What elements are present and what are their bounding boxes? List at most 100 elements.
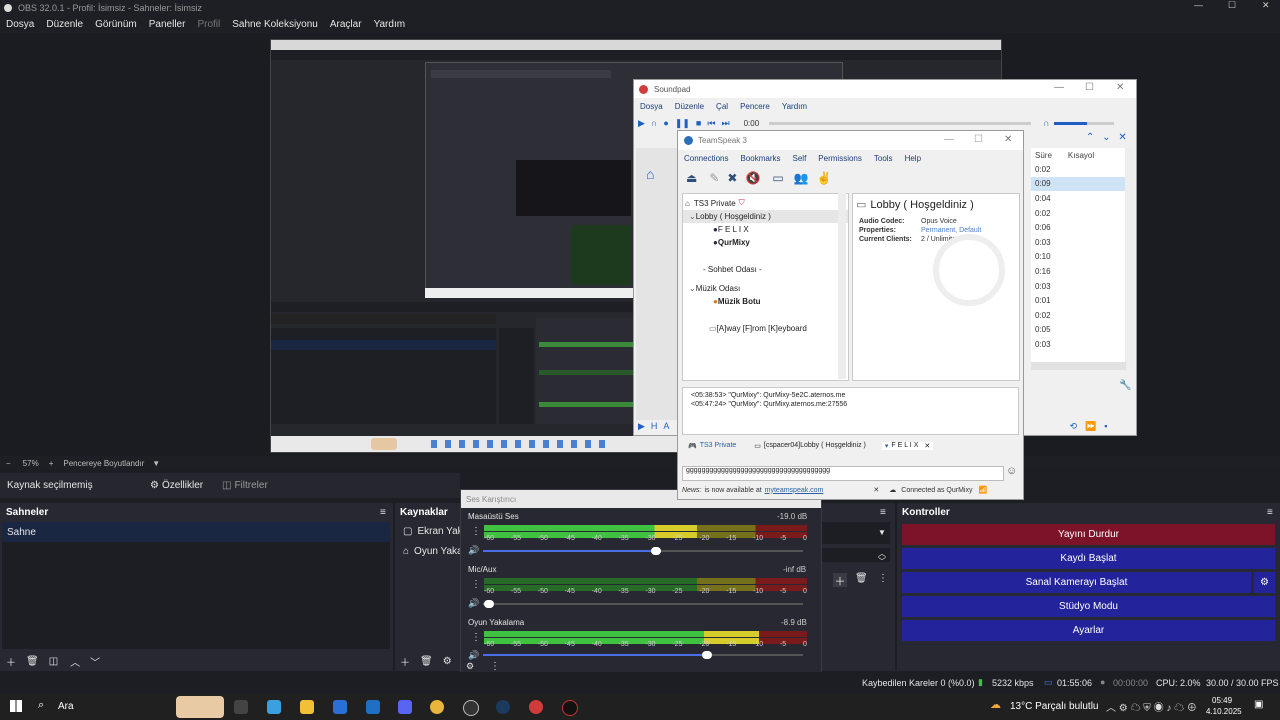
tab-felix[interactable]: ▾ F E L I X ✕ — [881, 441, 934, 450]
speaker-icon[interactable]: 🔊 — [468, 545, 479, 556]
menu-sahne-koleksiyonu[interactable]: Sahne Koleksiyonu — [232, 19, 318, 30]
down-icon[interactable]: ⌄ — [1102, 132, 1110, 143]
pause-icon[interactable]: ❚❚ — [675, 118, 690, 129]
source-item[interactable]: ▢ Ekran Yaka — [403, 526, 468, 537]
windows-start-icon[interactable] — [10, 700, 22, 712]
sound-row[interactable]: 0:03 — [1031, 279, 1126, 294]
move-down-icon[interactable]: ﹀ — [90, 654, 100, 669]
dock-menu-icon[interactable]: ≡ — [1267, 507, 1273, 518]
maximize-button[interactable]: ☐ — [1228, 0, 1236, 11]
sp-menu-duzenle[interactable]: Düzenle — [675, 102, 704, 111]
tree-item-user[interactable]: ● Müzik Botu — [683, 295, 848, 308]
home-icon[interactable]: ⌂ — [646, 166, 654, 182]
file-explorer-icon[interactable] — [300, 700, 314, 714]
filters-button[interactable]: ◫ Filtreler — [222, 480, 268, 491]
sp-menu-dosya[interactable]: Dosya — [640, 102, 663, 111]
speaker-icon[interactable]: 🔊 — [468, 598, 479, 609]
more-options-icon[interactable]: ⋮ — [878, 573, 888, 584]
volume-slider[interactable] — [1053, 121, 1114, 125]
notification-icon[interactable]: ▣ — [1254, 699, 1263, 710]
clock-date[interactable]: 4.10.2025 — [1206, 707, 1242, 716]
add-source-button[interactable]: ＋ — [400, 654, 410, 669]
zoom-in-button[interactable]: + — [49, 459, 54, 468]
col-duration[interactable]: Süre — [1035, 151, 1052, 160]
channel-menu-icon[interactable]: ⋮ — [471, 526, 481, 537]
tree-item-user[interactable]: ● F E L I X — [683, 223, 848, 236]
previous-icon[interactable]: ⏮ — [707, 118, 715, 129]
minimize-button[interactable]: — — [1194, 0, 1203, 10]
chevron-down-icon[interactable]: ▼ — [878, 528, 886, 537]
emoji-icon[interactable]: ☺ — [1006, 465, 1017, 477]
ts-close-button[interactable]: ✕ — [1004, 134, 1012, 145]
add-scene-button[interactable]: ＋ — [6, 654, 16, 669]
clock-time[interactable]: 05:49 — [1212, 696, 1232, 705]
ts-minimize-button[interactable]: — — [944, 134, 954, 145]
col-shortcut[interactable]: Kısayol — [1068, 151, 1094, 160]
next-icon[interactable]: ⏭ — [721, 118, 729, 129]
sound-row[interactable]: 0:04 — [1031, 191, 1126, 206]
menu-paneller[interactable]: Paneller — [149, 19, 186, 30]
fit-window-label[interactable]: Pencereye Boyutlandır — [63, 459, 144, 468]
volume-handle[interactable] — [702, 651, 712, 659]
start-record-button[interactable]: Kaydı Başlat — [902, 548, 1275, 569]
ts-menu-permissions[interactable]: Permissions — [818, 154, 862, 163]
scroll-down-icon[interactable]: ﹀ — [878, 556, 886, 567]
move-up-icon[interactable]: ︿ — [70, 654, 80, 669]
dock-menu-icon[interactable]: ≡ — [380, 507, 386, 518]
ts-menu-help[interactable]: Help — [905, 154, 921, 163]
stop-icon[interactable]: ■ — [696, 118, 701, 128]
scene-item-sahne[interactable]: Sahne — [2, 522, 390, 542]
sp-menu-yardim[interactable]: Yardım — [782, 102, 807, 111]
play-icon[interactable]: ▶ — [638, 421, 645, 432]
properties-button[interactable]: ⚙ Özellikler — [150, 480, 203, 491]
connect-icon[interactable]: ⏏ — [686, 171, 697, 185]
news-link[interactable]: myteamspeak.com — [765, 487, 824, 494]
sound-row[interactable]: 0:06 — [1031, 220, 1126, 235]
speaker-icon[interactable]: 🔊 — [468, 650, 479, 661]
close-news-icon[interactable]: ✕ — [873, 486, 879, 494]
sound-row[interactable]: 0:10 — [1031, 250, 1126, 265]
repeat-icon[interactable]: ⟲ — [1069, 421, 1077, 432]
tree-item-channel[interactable]: ⌄ Lobby ( Hoşgeldiniz ) — [683, 210, 848, 223]
start-virtualcam-button[interactable]: Sanal Kamerayı Başlat — [902, 572, 1251, 593]
copilot-icon[interactable] — [267, 700, 281, 714]
sound-row[interactable]: 0:02 — [1031, 308, 1126, 323]
chevron-down-icon[interactable]: ▼ — [152, 459, 160, 468]
dock-menu-icon[interactable]: ≡ — [880, 507, 886, 518]
volume-slider[interactable] — [483, 547, 803, 555]
headset-icon[interactable]: ∩ — [1043, 118, 1049, 128]
play-icon[interactable]: ▶ — [638, 118, 645, 129]
steam-icon[interactable] — [496, 700, 510, 714]
up-icon[interactable]: ⌃ — [1086, 132, 1094, 143]
sound-row[interactable]: 0:16 — [1031, 264, 1126, 279]
tab-lobby[interactable]: ▭ [cspacer04]Lobby ( Hoşgeldiniz ) — [754, 442, 866, 450]
mic-icon[interactable]: ● — [663, 118, 668, 128]
volume-slider[interactable] — [483, 600, 803, 608]
sound-row[interactable]: 0:02 — [1031, 206, 1126, 221]
sound-row[interactable]: 0:05 — [1031, 323, 1126, 338]
channel-menu-icon[interactable]: ⋮ — [471, 579, 481, 590]
remove-scene-icon[interactable]: 🗑 — [26, 656, 39, 667]
menu-yardim[interactable]: Yardım — [374, 19, 406, 30]
ts-tree-scrollbar[interactable] — [838, 193, 846, 379]
volume-handle[interactable] — [650, 547, 661, 555]
mute-speaker-icon[interactable]: 🔇 — [745, 171, 760, 185]
menu-dosya[interactable]: Dosya — [6, 19, 34, 30]
ts-menu-connections[interactable]: Connections — [684, 154, 728, 163]
headphones-icon[interactable]: ∩ — [651, 118, 657, 128]
ts-maximize-button[interactable]: ☐ — [974, 134, 983, 145]
sp-close-button[interactable]: ✕ — [1116, 82, 1124, 93]
chat-icon[interactable]: ▪ — [1104, 421, 1107, 431]
weather[interactable]: 13°C Parçalı bulutlu — [1010, 701, 1099, 712]
ts-titlebar[interactable]: TeamSpeak 3 — ☐ ✕ — [678, 131, 1023, 150]
sound-row[interactable]: 0:03 — [1031, 337, 1126, 352]
sound-row[interactable]: 0:09 — [1031, 176, 1126, 192]
store-icon[interactable] — [333, 700, 347, 714]
soundpad-titlebar[interactable]: Soundpad — ☐ ✕ — [634, 80, 1136, 98]
sound-row[interactable]: 0:01 — [1031, 293, 1126, 308]
ts-menu-self[interactable]: Self — [793, 154, 807, 163]
tab-server[interactable]: 🎮 TS3 Private — [688, 442, 736, 450]
mute-mic-icon[interactable]: ✖ — [727, 171, 737, 185]
away-icon[interactable]: ▭ — [772, 171, 783, 185]
seek-bar[interactable] — [769, 121, 1032, 125]
